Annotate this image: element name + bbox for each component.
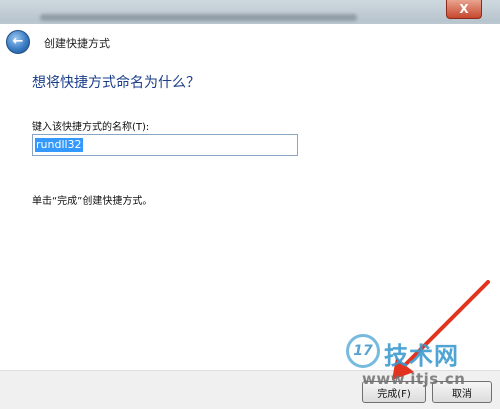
shortcut-name-label: 键入该快捷方式的名称(T): xyxy=(32,122,150,133)
watermark-url: www.itjs.cn xyxy=(362,370,466,388)
dialog-title: 创建快捷方式 xyxy=(44,37,110,50)
finish-hint: 单击“完成”创建快捷方式。 xyxy=(32,196,153,207)
back-button[interactable]: ← xyxy=(6,30,30,54)
watermark-name: 技术网 xyxy=(384,342,459,370)
shortcut-name-value: rundll32 xyxy=(35,138,83,152)
shortcut-name-input[interactable]: rundll32 xyxy=(32,134,298,156)
close-button[interactable]: X xyxy=(446,0,482,19)
back-arrow-icon: ← xyxy=(12,34,24,49)
watermark-logo: 17 xyxy=(346,334,380,368)
page-heading: 想将快捷方式命名为什么？ xyxy=(32,75,200,91)
close-icon: X xyxy=(459,2,469,16)
dialog-titlebar: ← 创建快捷方式 xyxy=(0,24,500,58)
